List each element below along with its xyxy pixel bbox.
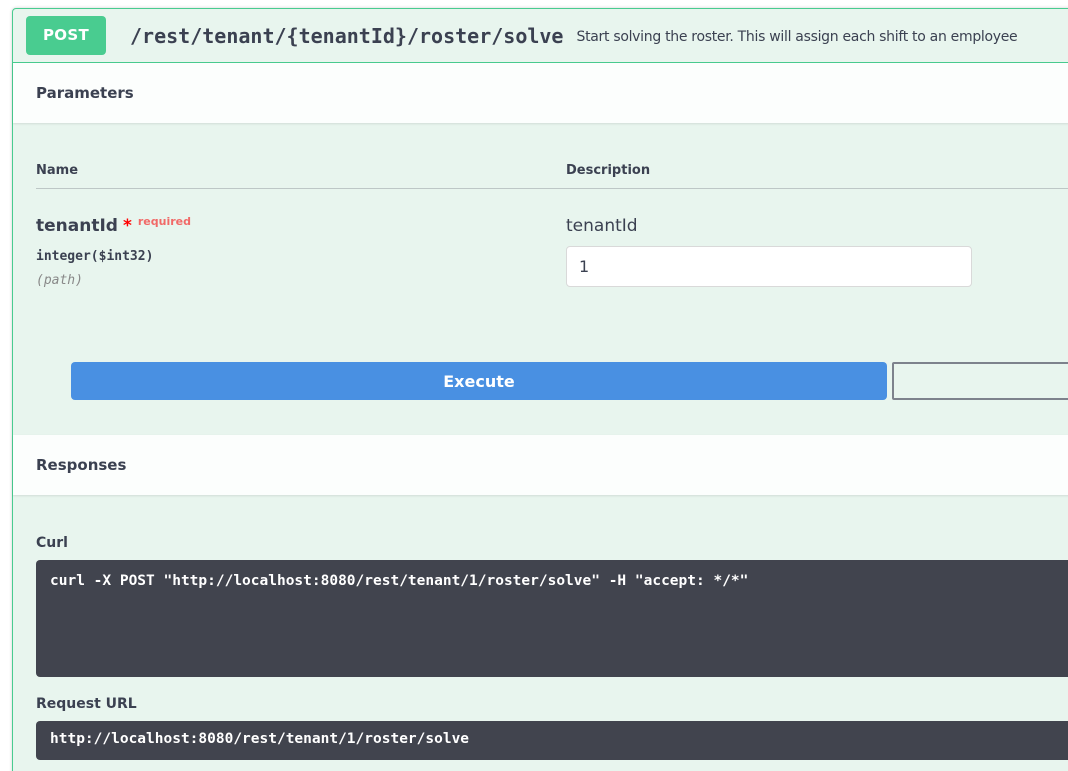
parameter-description-cell: tenantId (566, 216, 1068, 288)
operation-summary[interactable]: POST /rest/tenant/{tenantId}/roster/solv… (13, 9, 1068, 63)
name-column-header: Name (36, 163, 566, 178)
responses-title: Responses (36, 456, 126, 474)
endpoint-path[interactable]: /rest/tenant/{tenantId}/roster/solve (130, 24, 563, 48)
curl-command-block[interactable]: curl -X POST "http://localhost:8080/rest… (36, 560, 1068, 677)
endpoint-description: Start solving the roster. This will assi… (576, 27, 1017, 45)
spacer (36, 400, 1068, 435)
request-url-block: http://localhost:8080/rest/tenant/1/rost… (36, 721, 1068, 760)
responses-body: Curl curl -X POST "http://localhost:8080… (13, 495, 1068, 760)
swagger-ui-viewport: POST /rest/tenant/{tenantId}/roster/solv… (0, 0, 1068, 771)
http-method-badge: POST (26, 16, 106, 55)
parameters-section-header: Parameters (13, 63, 1068, 123)
parameter-location: (path) (36, 273, 566, 288)
parameter-name-cell: tenantId* required integer($int32) (path) (36, 216, 566, 288)
execute-button[interactable]: Execute (71, 362, 887, 400)
execute-wrapper: Execute (36, 362, 1068, 400)
description-column-header: Description (566, 163, 1068, 178)
table-row: tenantId*required integer($int32) (path)… (36, 189, 1068, 288)
clear-button[interactable] (892, 362, 1068, 400)
parameter-name: tenantId* required (36, 216, 566, 236)
parameter-type: integer($int32) (36, 249, 566, 264)
request-url-label: Request URL (36, 696, 1068, 712)
parameters-table-head: Name Description (36, 163, 1068, 189)
required-star: * (123, 216, 132, 236)
required-label: required (138, 215, 191, 228)
parameters-title: Parameters (36, 84, 134, 102)
parameter-description: tenantId (566, 216, 1068, 236)
parameter-name-text: tenantId (36, 216, 118, 236)
parameters-table: Name Description tenantId*required integ… (13, 123, 1068, 435)
curl-label: Curl (36, 535, 1068, 551)
tenantid-input[interactable] (566, 246, 972, 287)
operation-block-post: POST /rest/tenant/{tenantId}/roster/solv… (12, 8, 1068, 771)
responses-section-header: Responses (13, 435, 1068, 495)
